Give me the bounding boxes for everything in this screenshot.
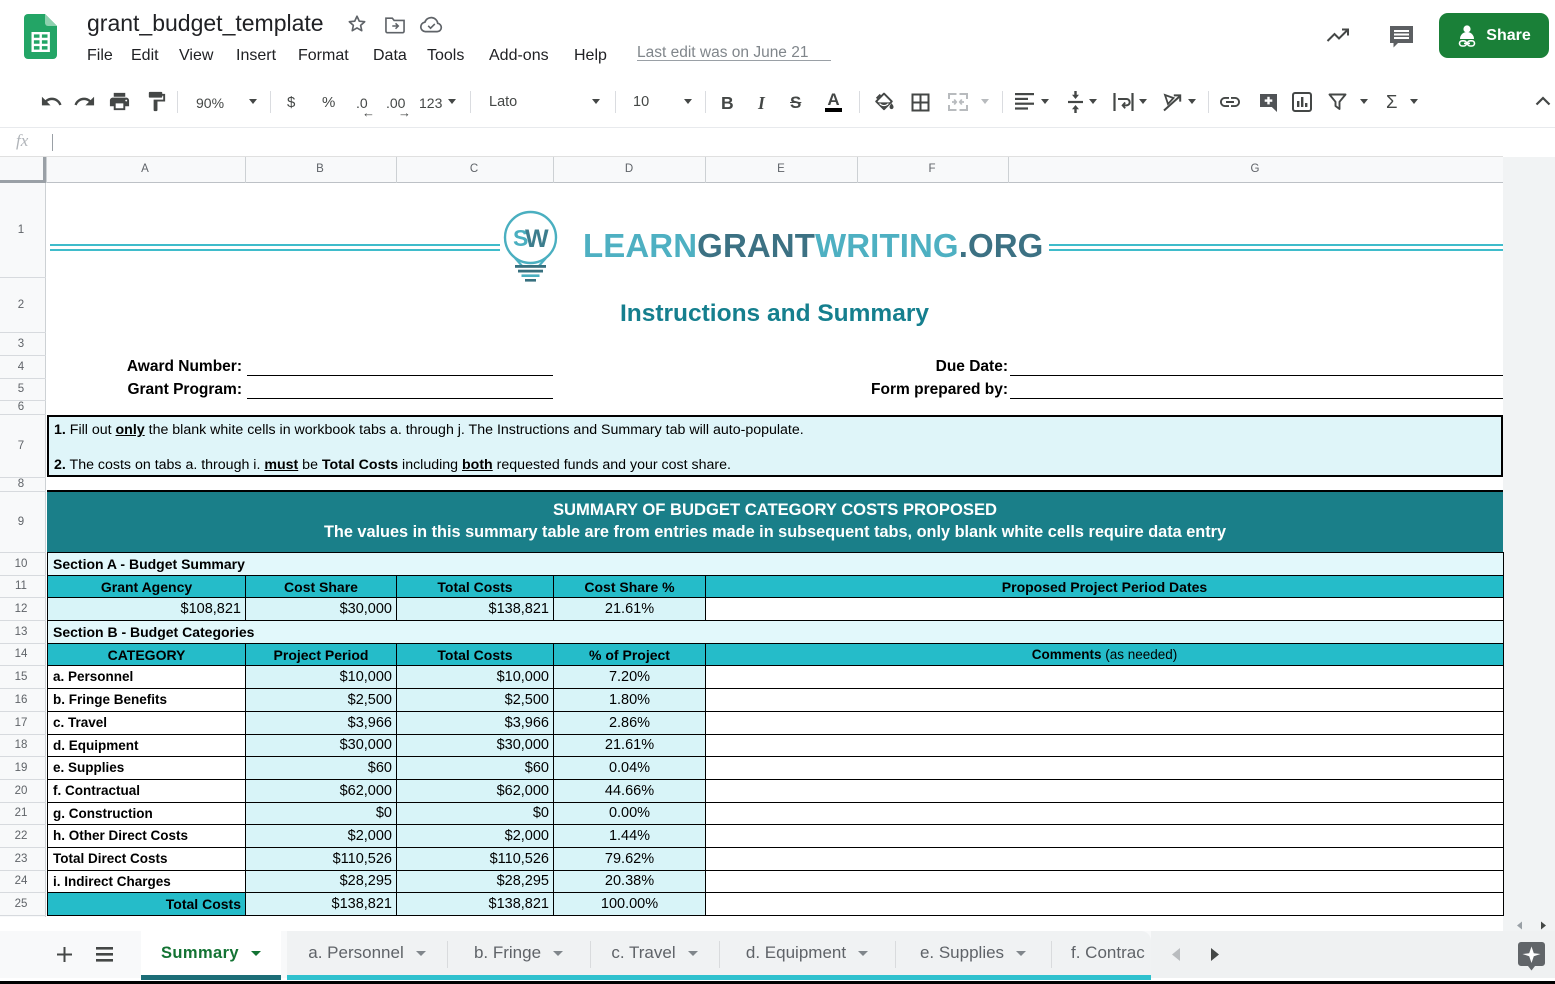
svg-text:W: W	[525, 225, 549, 253]
